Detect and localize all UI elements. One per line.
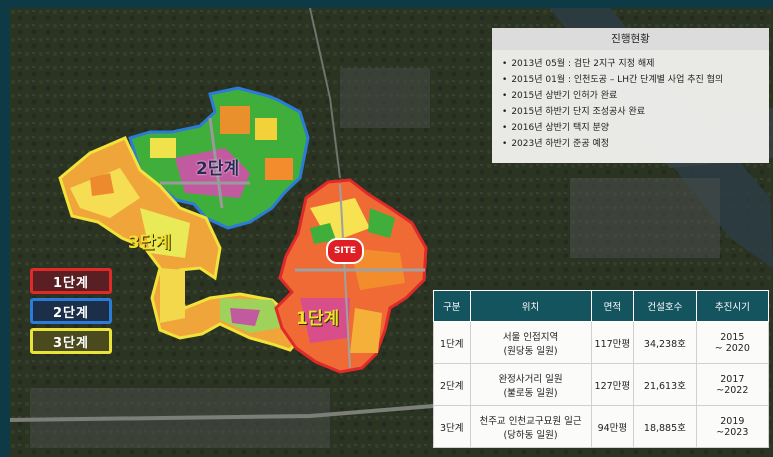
header-period: 추진시기 — [695, 290, 770, 322]
cell-location-line2: (원당동 일원) — [503, 345, 558, 357]
status-item: 2013년 05월 : 검단 2지구 지정 해제 — [502, 56, 769, 72]
cell-location: 천주교 인천교구묘원 일근 (당하동 일원) — [469, 405, 592, 448]
cell-period-end: ~ 2020 — [714, 342, 750, 354]
cell-location-line1: 서울 인접지역 — [502, 331, 559, 343]
cell-area: 117만평 — [590, 321, 635, 364]
page-frame: 2단계 3단계 1단계 SITE 1단계 2단계 3단계 진행현황 2013년 … — [0, 0, 773, 457]
cell-units: 18,885호 — [633, 405, 697, 448]
cell-period-end: ~2022 — [716, 384, 749, 396]
legend-phase2: 2단계 — [30, 298, 112, 324]
cell-location: 완정사거리 일원 (불로동 일원) — [469, 363, 592, 406]
header-location: 위치 — [469, 290, 592, 322]
table-row: 3단계 천주교 인천교구묘원 일근 (당하동 일원) 94만평 18,885호 2… — [433, 405, 770, 448]
site-marker-icon[interactable]: SITE — [326, 238, 364, 264]
status-item: 2015년 01월 : 인천도공 – LH간 단계별 사업 추진 협의 — [502, 72, 769, 88]
cell-period-start: 2019 — [720, 415, 745, 427]
header-area: 면적 — [590, 290, 635, 322]
cell-units: 21,613호 — [633, 363, 697, 406]
progress-status-panel: 진행현황 2013년 05월 : 검단 2지구 지정 해제 2015년 01월 … — [492, 28, 769, 163]
cell-location-line2: (불로동 일원) — [503, 387, 558, 399]
cell-location-line1: 천주교 인천교구묘원 일근 — [479, 415, 582, 427]
table-header-row: 구분 위치 면적 건설호수 추진시기 — [433, 290, 770, 322]
map-label-phase2: 2단계 — [196, 159, 240, 179]
cell-location: 서울 인접지역 (원당동 일원) — [469, 321, 592, 364]
cell-area: 94만평 — [590, 405, 635, 448]
cell-units: 34,238호 — [633, 321, 697, 364]
legend-phase1: 1단계 — [30, 268, 112, 294]
cell-period-start: 2015 — [720, 331, 745, 343]
header-units: 건설호수 — [633, 290, 697, 322]
cell-location-line1: 완정사거리 일원 — [498, 373, 563, 385]
map-label-phase3: 3단계 — [128, 233, 172, 253]
status-item: 2015년 상반기 인허가 완료 — [502, 88, 769, 104]
cell-period: 2015 ~ 2020 — [695, 321, 770, 364]
table-row: 2단계 완정사거리 일원 (불로동 일원) 127만평 21,613호 2017 ~… — [433, 363, 770, 406]
cell-phase: 3단계 — [433, 405, 471, 448]
status-item: 2023년 하반기 준공 예정 — [502, 136, 769, 152]
cell-phase: 1단계 — [433, 321, 471, 364]
cell-period-end: ~2023 — [716, 426, 749, 438]
status-list: 2013년 05월 : 검단 2지구 지정 해제 2015년 01월 : 인천도… — [492, 56, 769, 152]
cell-location-line2: (당하동 일원) — [503, 429, 558, 441]
legend-phase3: 3단계 — [30, 328, 112, 354]
cell-area: 127만평 — [590, 363, 635, 406]
header-phase: 구분 — [433, 290, 471, 322]
status-title: 진행현황 — [492, 28, 769, 50]
table-row: 1단계 서울 인접지역 (원당동 일원) 117만평 34,238호 2015 ~ … — [433, 321, 770, 364]
status-item: 2015년 하반기 단지 조성공사 완료 — [502, 104, 769, 120]
cell-period-start: 2017 — [720, 373, 745, 385]
status-item: 2016년 상반기 택지 분양 — [502, 120, 769, 136]
map-label-phase1: 1단계 — [296, 309, 340, 329]
phase-table: 구분 위치 면적 건설호수 추진시기 1단계 서울 인접지역 (원당동 일원) 1… — [433, 290, 770, 448]
cell-period: 2017 ~2022 — [695, 363, 770, 406]
cell-phase: 2단계 — [433, 363, 471, 406]
cell-period: 2019 ~2023 — [695, 405, 770, 448]
site-label: SITE — [333, 246, 357, 256]
